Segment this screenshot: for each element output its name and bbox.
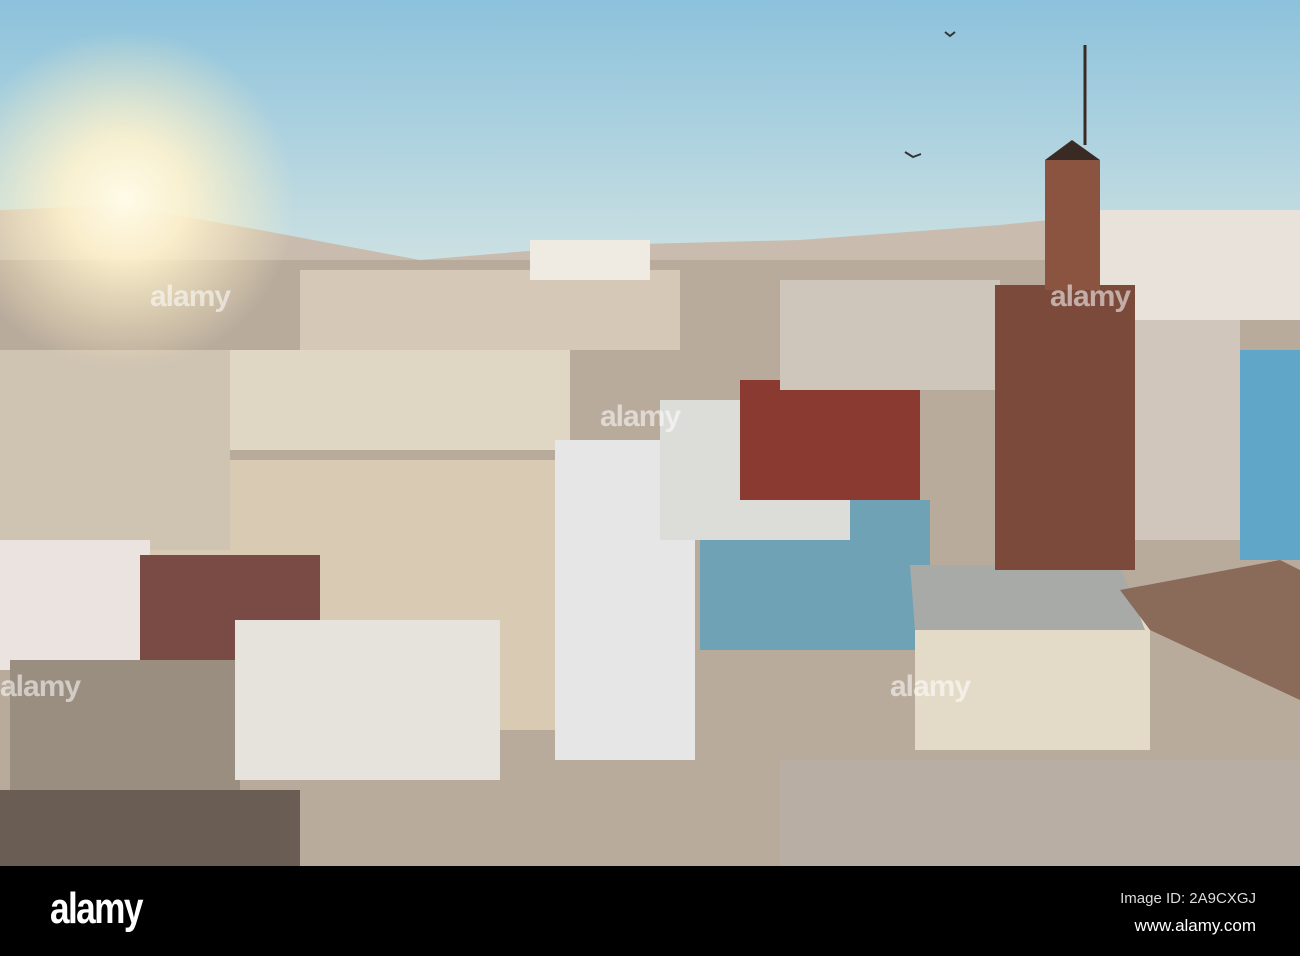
watermark: alamy	[890, 670, 971, 703]
footer-bar: alamy Image ID: 2A9CXGJ www.alamy.com	[0, 866, 1300, 956]
image-id: Image ID: 2A9CXGJ	[1120, 890, 1256, 907]
watermark: alamy	[150, 280, 231, 313]
alamy-logo: alamy	[50, 884, 143, 933]
site-url: www.alamy.com	[1134, 916, 1256, 935]
watermark: alamy	[1050, 280, 1131, 313]
watermark: alamy	[0, 670, 81, 703]
watermark: alamy	[600, 400, 681, 433]
